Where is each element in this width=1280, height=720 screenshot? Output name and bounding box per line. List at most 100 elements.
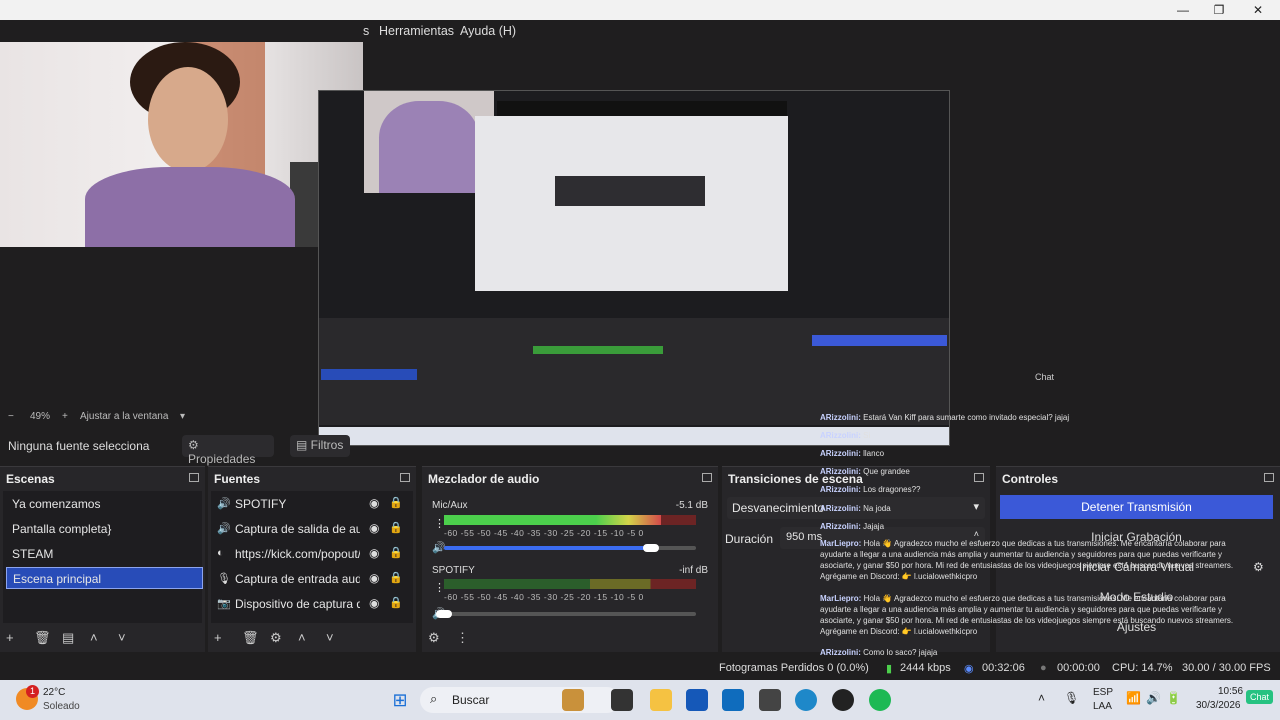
source-item[interactable]: ◐ https://kick.com/popout/ ◉ 🔒 <box>214 543 414 565</box>
gear-icon[interactable]: ⚙ <box>428 630 456 646</box>
chevron-up-icon[interactable]: ˄ <box>1038 691 1045 705</box>
taskbar: 1 22°C Soleado ⊞ ⌕ Buscar ˄ 🎙 ESP LAA 📶 … <box>0 680 1280 720</box>
search-box[interactable]: ⌕ Buscar <box>420 687 620 713</box>
terminal-icon[interactable] <box>611 689 633 711</box>
volume-slider[interactable] <box>444 612 696 616</box>
dock-title: Fuentes <box>214 472 261 486</box>
chevron-up-icon[interactable]: ˄ <box>298 630 326 645</box>
add-icon[interactable]: + <box>6 630 34 645</box>
close-icon[interactable]: ✕ <box>1247 2 1269 18</box>
edge-icon[interactable] <box>795 689 817 711</box>
lang-layout[interactable]: LAA <box>1093 701 1112 712</box>
source-item[interactable]: 📷 Dispositivo de captura de video ◉ 🔒 <box>214 593 414 615</box>
volume-icon[interactable]: 🔊 <box>1146 691 1161 705</box>
status-bar: Fotogramas Perdidos 0 (0.0%) ▮ 2444 kbps… <box>0 658 1280 680</box>
channel-db: -5.1 dB <box>675 500 708 511</box>
lock-icon[interactable]: 🔒 <box>389 596 403 609</box>
chat-overlay: ARizzolini: Estará Van Kiff para sumarte… <box>815 408 1280 658</box>
calculator-icon[interactable] <box>759 689 781 711</box>
mic-icon: 🎙 <box>217 573 231 585</box>
gear-icon[interactable]: ⚙ <box>270 630 298 646</box>
outlook-icon[interactable] <box>722 689 744 711</box>
menu-item-partial[interactable]: s <box>363 24 369 38</box>
window-titlebar: — ❐ ✕ <box>0 0 1280 20</box>
browser-icon: ◐ <box>217 547 224 559</box>
add-icon[interactable]: + <box>214 630 242 645</box>
volume-knob[interactable] <box>642 544 659 552</box>
zoom-bar: − 49% + Ajustar a la ventana ▾ <box>0 408 815 426</box>
speaker-icon: 🔊 <box>217 498 231 510</box>
wifi-icon[interactable]: 📶 <box>1126 691 1141 705</box>
camera-icon: 📷 <box>217 598 231 610</box>
clock-time[interactable]: 10:56 <box>1218 686 1243 697</box>
channel-db: -inf dB <box>679 565 708 576</box>
record-icon: ● <box>1040 662 1047 674</box>
undock-icon[interactable] <box>702 473 712 482</box>
spotify-icon[interactable] <box>869 689 891 711</box>
folder-icon[interactable] <box>650 689 672 711</box>
trash-icon[interactable]: 🗑 <box>34 630 62 646</box>
eye-icon[interactable]: ◉ <box>369 546 379 560</box>
source-item[interactable]: 🔊 Captura de salida de audio ◉ 🔒 <box>214 518 414 540</box>
chevron-up-icon[interactable]: ˄ <box>90 630 118 645</box>
audio-meter-fill <box>444 515 661 525</box>
scene-item[interactable]: Pantalla completa} <box>6 518 203 540</box>
windows-start-icon[interactable]: ⊞ <box>389 689 411 711</box>
battery-icon[interactable]: 🔋 <box>1166 691 1181 705</box>
maximize-icon[interactable]: ❐ <box>1208 2 1230 18</box>
filters-button[interactable]: ▤ Filtros <box>290 435 350 457</box>
gear-icon: ⚙ <box>188 438 199 452</box>
undock-icon[interactable] <box>189 473 199 482</box>
menu-item-help[interactable]: Ayuda (H) <box>460 24 516 38</box>
trash-icon[interactable]: 🗑 <box>242 630 270 646</box>
chat-message: ARizzolini: Si <box>820 431 871 440</box>
lang-code[interactable]: ESP <box>1093 687 1113 698</box>
lock-icon[interactable]: 🔒 <box>389 571 403 584</box>
chat-badge[interactable]: Chat <box>1246 690 1274 704</box>
filter-icon[interactable]: ▤ <box>62 630 90 646</box>
mic-icon[interactable]: 🎙 <box>1064 691 1079 705</box>
chevron-down-icon[interactable]: ˅ <box>326 630 354 645</box>
source-item[interactable]: 🎙 Captura de entrada audio ◉ 🔒 <box>214 568 414 590</box>
scenes-dock: Escenas Ya comenzamos Pantalla completa}… <box>0 466 205 652</box>
store-icon[interactable] <box>686 689 708 711</box>
preview-chat-label: Chat <box>1035 372 1055 382</box>
obs-icon[interactable] <box>832 689 854 711</box>
stream-time: 00:32:06 <box>982 662 1025 674</box>
lock-icon[interactable]: 🔒 <box>389 521 403 534</box>
scene-item[interactable]: STEAM <box>6 543 203 565</box>
clock-date[interactable]: 30/3/2026 <box>1196 700 1241 711</box>
lock-icon[interactable]: 🔒 <box>389 546 403 559</box>
eye-icon[interactable]: ◉ <box>369 496 379 510</box>
eye-icon[interactable]: ◉ <box>369 521 379 535</box>
fps: 30.00 / 30.00 FPS <box>1182 662 1271 674</box>
dock-title: Escenas <box>6 472 55 486</box>
speaker-icon: 🔊 <box>217 523 231 535</box>
no-source-label: Ninguna fuente selecciona <box>8 439 150 453</box>
menu-item-tools[interactable]: Herramientas <box>379 24 454 38</box>
undock-icon[interactable] <box>400 473 410 482</box>
preview-canvas[interactable]: Chat <box>0 42 1280 446</box>
dropped-frames: Fotogramas Perdidos 0 (0.0%) <box>719 662 869 674</box>
minimize-icon[interactable]: — <box>1172 2 1194 18</box>
meter-scale: -60 -55 -50 -45 -40 -35 -30 -25 -20 -15 … <box>444 592 644 602</box>
properties-button[interactable]: ⚙ Propiedades <box>182 435 274 466</box>
chevron-down-icon[interactable]: ▾ <box>180 411 185 422</box>
source-item[interactable]: 🔊 SPOTIFY ◉ 🔒 <box>214 493 414 515</box>
volume-knob[interactable] <box>436 610 452 618</box>
eye-icon[interactable]: ◉ <box>369 596 379 610</box>
zoom-in-button[interactable]: + <box>62 411 68 422</box>
chat-message: ARizzolini: Que grandee <box>820 467 910 476</box>
zoom-out-button[interactable]: − <box>8 411 14 422</box>
mixer-toolbar: ⚙ ⋮ <box>428 630 484 646</box>
scene-item[interactable]: Ya comenzamos <box>6 493 203 515</box>
eye-icon[interactable]: ◉ <box>369 571 379 585</box>
search-highlight-icon[interactable] <box>562 689 584 711</box>
scene-item-selected[interactable]: Escena principal <box>6 567 203 589</box>
lock-icon[interactable]: 🔒 <box>389 496 403 509</box>
source-toolbar: Ninguna fuente selecciona ⚙ Propiedades … <box>0 432 815 466</box>
fit-window-button[interactable]: Ajustar a la ventana <box>80 411 168 422</box>
audio-meter <box>444 579 696 589</box>
chevron-down-icon[interactable]: ˅ <box>118 630 146 645</box>
kebab-menu-icon[interactable]: ⋮ <box>456 630 484 646</box>
